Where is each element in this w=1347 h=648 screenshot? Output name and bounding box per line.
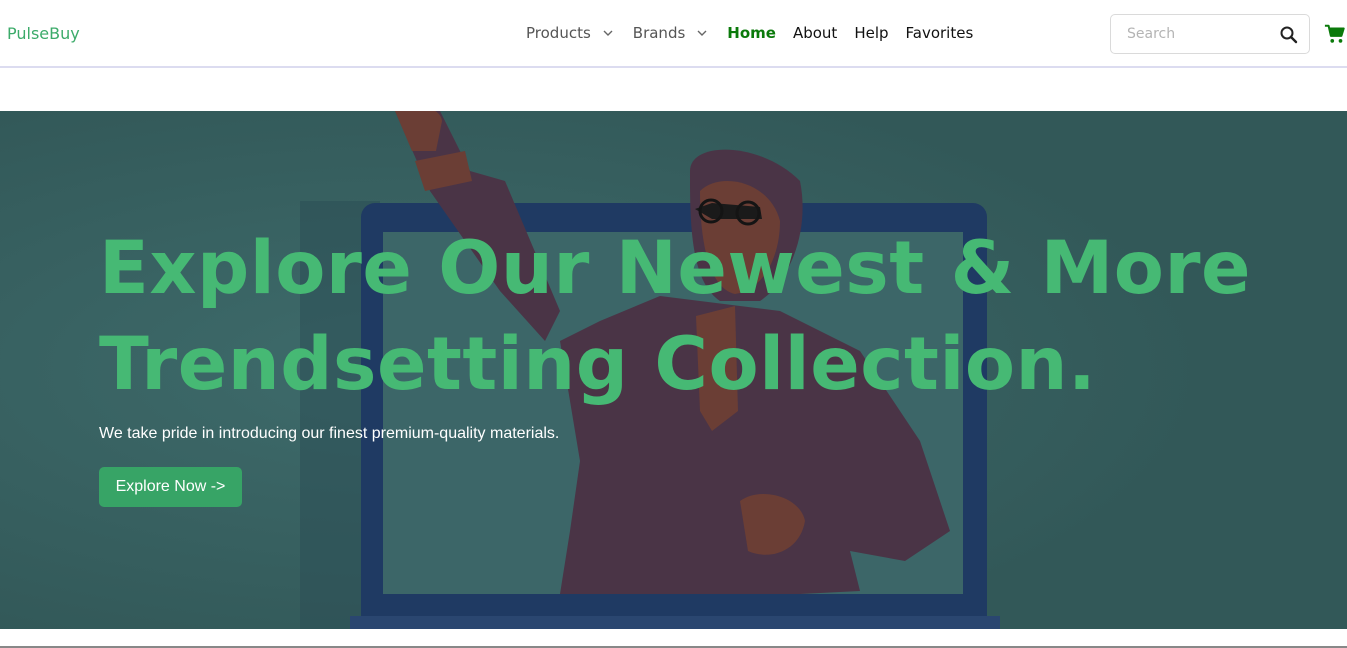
brand-logo[interactable]: PulseBuy [7, 24, 80, 43]
search-box [1110, 14, 1310, 54]
chevron-down-icon [603, 30, 613, 36]
nav-products-label: Products [526, 24, 591, 42]
chevron-down-icon [697, 30, 707, 36]
nav-products-dropdown[interactable]: Products [526, 24, 613, 42]
search-icon[interactable] [1279, 25, 1299, 45]
nav-brands-dropdown[interactable]: Brands [633, 24, 708, 42]
main-nav: Products Brands Home About Help Favorite… [526, 24, 990, 42]
nav-brands-label: Brands [632, 24, 686, 42]
hero-title: Explore Our Newest & More Trendsetting C… [99, 221, 1279, 413]
search-input[interactable] [1111, 15, 1271, 53]
hero-subtitle: We take pride in introducing our finest … [99, 425, 560, 442]
hero-title-line2: Trendsetting Collection. [99, 322, 1097, 407]
nav-home[interactable]: Home [727, 24, 776, 42]
navbar: PulseBuy Products Brands Home About Help… [0, 0, 1347, 68]
nav-help[interactable]: Help [854, 24, 888, 42]
nav-about[interactable]: About [793, 24, 837, 42]
hero-banner: Explore Our Newest & More Trendsetting C… [0, 111, 1347, 629]
section-divider [0, 629, 1347, 648]
nav-favorites[interactable]: Favorites [906, 24, 974, 42]
explore-now-button[interactable]: Explore Now -> [99, 467, 242, 507]
cart-icon[interactable] [1324, 23, 1346, 45]
hero-title-line1: Explore Our Newest & More [99, 226, 1251, 311]
